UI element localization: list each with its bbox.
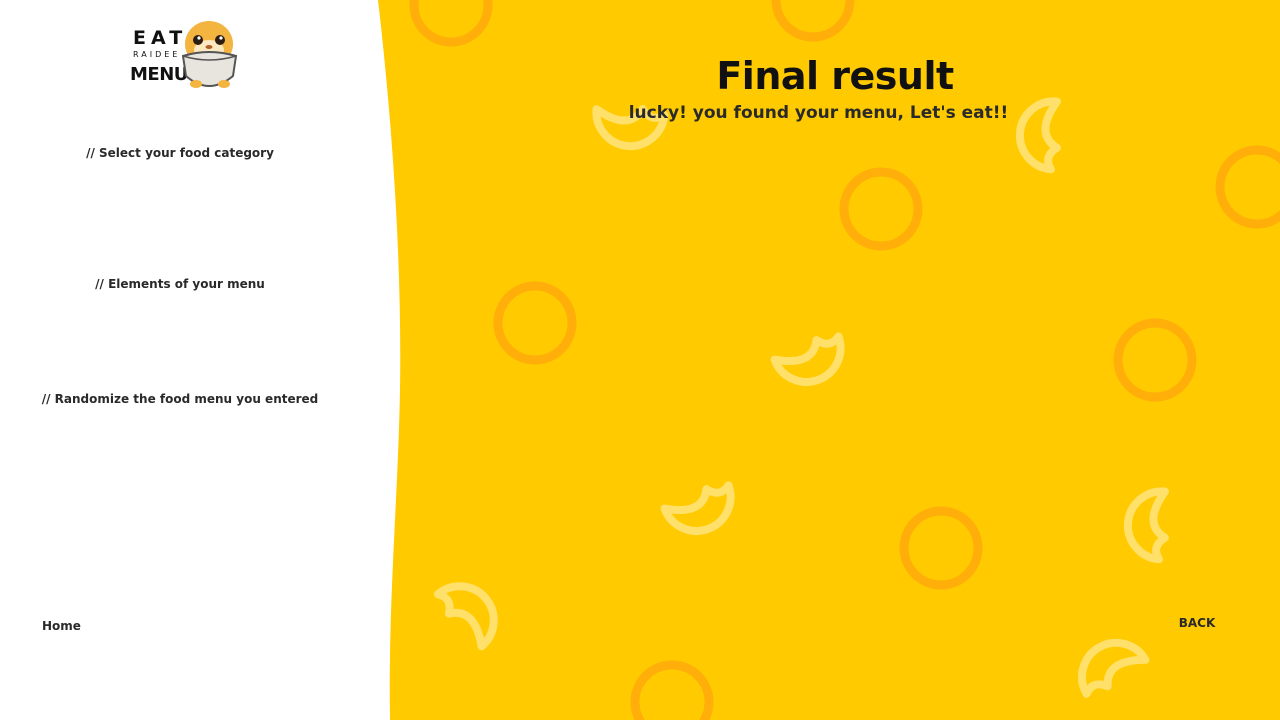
page-title: Final result [716,54,954,98]
step-select-category: // Select your food category [86,146,274,160]
mascot-icon [181,21,238,88]
ring-decoration [771,0,855,42]
ring-decoration [630,660,714,720]
home-link[interactable]: Home [42,619,81,633]
crescent-decoration [770,332,845,386]
ring-decoration [899,506,983,590]
step-randomize-menu: // Randomize the food menu you entered [41,392,319,406]
crescent-decoration [1123,487,1169,564]
step-menu-elements: // Elements of your menu [95,277,265,291]
ring-decoration [1215,145,1280,229]
ring-decoration [839,167,923,251]
back-button[interactable]: BACK [1168,614,1226,632]
app-logo[interactable]: EAT RAIDEE MENU [128,18,244,92]
crescent-decoration [1078,638,1150,698]
result-subtitle: lucky! you found your menu, Let's eat!! [628,103,1009,123]
crescent-decoration [433,582,498,651]
sidebar: EAT RAIDEE MENU // Select your food cate… [0,0,400,720]
ring-decoration [1113,318,1197,402]
logo-text-raidee: RAIDEE [133,50,181,59]
crescent-decoration [660,481,735,535]
ring-decoration [409,0,493,47]
ring-decoration [493,281,577,365]
